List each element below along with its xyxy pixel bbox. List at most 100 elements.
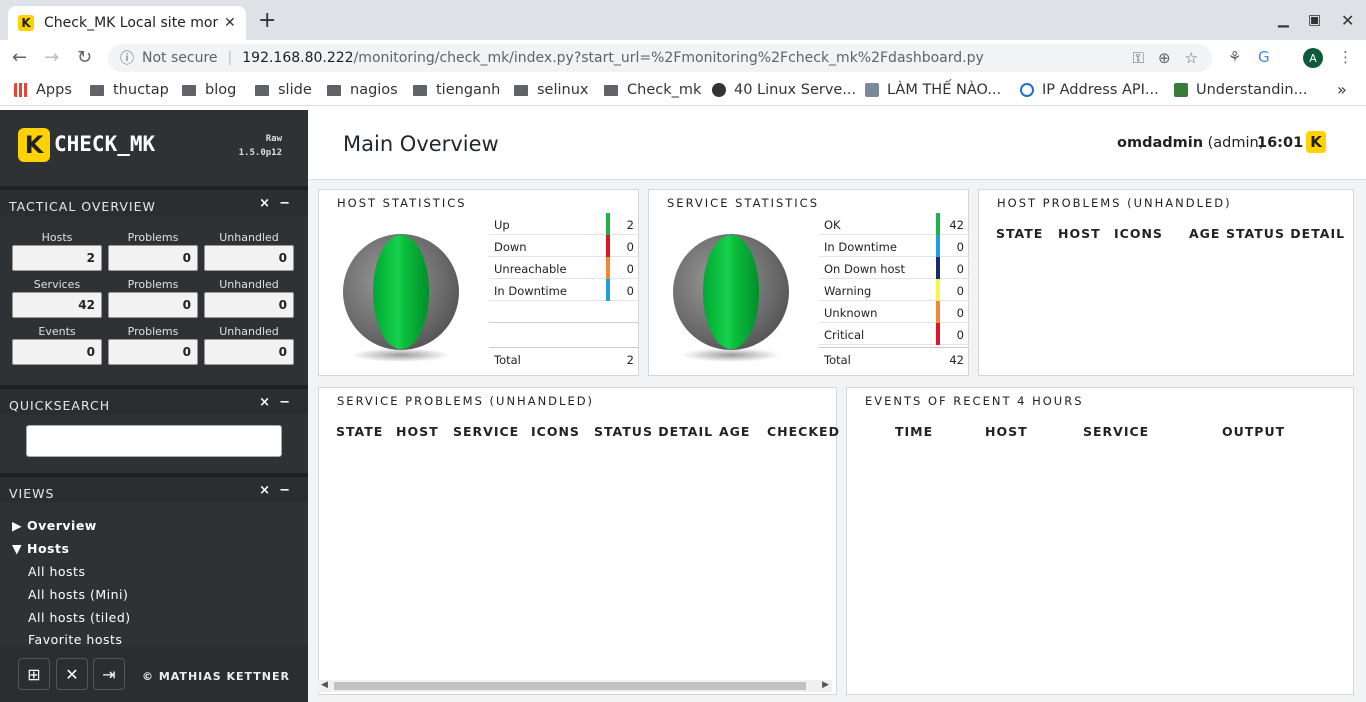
tactical-label[interactable]: Problems	[108, 231, 198, 244]
reload-icon[interactable]: ↻	[77, 48, 92, 68]
bookmark-blog[interactable]: blog	[182, 82, 236, 98]
host-stat-row[interactable]: Down 0	[489, 235, 639, 257]
views-header[interactable]: VIEWS × −	[0, 473, 308, 503]
checkmk-logo-text[interactable]: CHECK_MK	[54, 132, 155, 156]
bookmark-lam-the-nao[interactable]: LÀM THẾ NÀO...	[865, 82, 1001, 98]
restore-window-icon[interactable]: ▣	[1308, 12, 1321, 28]
info-icon[interactable]: ⓘ	[120, 48, 134, 68]
column-header[interactable]: STATE	[336, 424, 383, 439]
back-icon[interactable]: ←	[12, 48, 27, 68]
bookmark-nagios[interactable]: nagios	[327, 82, 398, 98]
tactical-label[interactable]: Hosts	[12, 231, 102, 244]
events-unhandled-count[interactable]: 0	[204, 339, 294, 365]
column-header[interactable]: STATUS DETAIL	[594, 424, 713, 439]
tools-icon[interactable]: ✕	[56, 658, 88, 690]
bookmark-linux-servers[interactable]: 40 Linux Serve...	[712, 82, 856, 98]
tactical-label[interactable]: Unhandled	[204, 231, 294, 244]
hosts-problems-count[interactable]: 0	[108, 245, 198, 271]
dashlet-title[interactable]: HOST PROBLEMS (UNHANDLED)	[997, 196, 1232, 210]
close-window-icon[interactable]: ✕	[1341, 11, 1354, 30]
tactical-label[interactable]: Unhandled	[204, 278, 294, 291]
minimize-window-icon[interactable]: ▁	[1278, 12, 1289, 28]
zoom-icon[interactable]: ⊕	[1158, 49, 1171, 67]
column-header[interactable]: SERVICE	[453, 424, 519, 439]
scroll-right-icon[interactable]: ▶	[822, 680, 829, 690]
column-header[interactable]: HOST	[985, 424, 1028, 439]
hosts-count[interactable]: 2	[12, 245, 102, 271]
host-globe-chart[interactable]	[343, 234, 459, 350]
more-bookmarks-icon[interactable]: »	[1337, 80, 1347, 99]
translate-icon[interactable]: G	[1258, 48, 1270, 66]
dashlet-title[interactable]: SERVICE STATISTICS	[667, 196, 819, 210]
view-all-hosts-mini[interactable]: All hosts (Mini)	[28, 587, 128, 602]
events-problems-count[interactable]: 0	[108, 339, 198, 365]
column-header[interactable]: ICONS	[531, 424, 580, 439]
service-stat-row[interactable]: In Downtime 0	[819, 235, 969, 257]
key-icon[interactable]: ⚿	[1133, 49, 1144, 67]
tactical-label[interactable]: Services	[12, 278, 102, 291]
extension-icon[interactable]: ⚘	[1228, 48, 1241, 66]
column-header[interactable]: AGE	[719, 424, 750, 439]
close-icon[interactable]: ×	[259, 395, 270, 410]
host-stat-row[interactable]: Up 2	[489, 213, 639, 235]
column-header[interactable]: TIME	[895, 424, 933, 439]
events-count[interactable]: 0	[12, 339, 102, 365]
tactical-overview-header[interactable]: TACTICAL OVERVIEW × −	[0, 186, 308, 216]
column-header[interactable]: STATE	[996, 226, 1043, 241]
quicksearch-input[interactable]	[26, 425, 282, 457]
add-snapin-icon[interactable]: ⊞	[18, 658, 50, 690]
host-stat-row[interactable]: In Downtime 0	[489, 279, 639, 301]
tactical-label[interactable]: Events	[12, 325, 102, 338]
view-all-hosts-tiled[interactable]: All hosts (tiled)	[28, 610, 131, 625]
checkmk-logo-icon[interactable]: K	[18, 128, 50, 162]
dashlet-title[interactable]: SERVICE PROBLEMS (UNHANDLED)	[337, 394, 594, 408]
service-stat-row[interactable]: Unknown 0	[819, 301, 969, 323]
service-globe-chart[interactable]	[673, 234, 789, 350]
bookmark-slide[interactable]: slide	[255, 82, 312, 98]
service-stat-row[interactable]: On Down host 0	[819, 257, 969, 279]
bookmark-ip-address-api[interactable]: IP Address API...	[1020, 82, 1159, 98]
bookmark-thuctap[interactable]: thuctap	[90, 82, 169, 98]
dashlet-title[interactable]: HOST STATISTICS	[337, 196, 467, 210]
bookmark-understanding[interactable]: Understandin...	[1174, 82, 1307, 98]
bookmark-tienganh[interactable]: tienganh	[413, 82, 500, 98]
bookmark-check-mk[interactable]: Check_mk	[604, 82, 701, 98]
menu-icon[interactable]: ⋮	[1338, 48, 1353, 66]
service-stat-row[interactable]: Critical 0	[819, 323, 969, 345]
browser-tab[interactable]: K Check_MK Local site moni ✕	[8, 6, 246, 40]
tactical-label[interactable]: Problems	[108, 325, 198, 338]
service-stat-row[interactable]: OK 42	[819, 213, 969, 235]
services-problems-count[interactable]: 0	[108, 292, 198, 318]
new-tab-icon[interactable]: +	[258, 10, 276, 32]
bookmark-apps[interactable]: Apps	[14, 82, 72, 98]
logout-icon[interactable]: ⇥	[93, 658, 125, 690]
views-overview[interactable]: ▶ Overview	[12, 518, 97, 533]
minimize-icon[interactable]: −	[279, 395, 290, 410]
star-icon[interactable]: ☆	[1185, 49, 1198, 67]
dashlet-title[interactable]: EVENTS OF RECENT 4 HOURS	[865, 394, 1084, 408]
user-info[interactable]: omdadmin (admin)	[1117, 135, 1264, 151]
host-total-row[interactable]: Total 2	[489, 347, 639, 369]
column-header[interactable]: HOST	[1058, 226, 1101, 241]
services-unhandled-count[interactable]: 0	[204, 292, 294, 318]
avatar[interactable]: A	[1303, 48, 1323, 68]
view-favorite-hosts[interactable]: Favorite hosts	[28, 632, 122, 647]
scroll-left-icon[interactable]: ◀	[321, 680, 328, 690]
close-icon[interactable]: ×	[259, 483, 270, 498]
column-header[interactable]: AGE	[1189, 226, 1220, 241]
view-all-hosts[interactable]: All hosts	[28, 564, 85, 579]
service-stat-row[interactable]: Warning 0	[819, 279, 969, 301]
quicksearch-header[interactable]: QUICKSEARCH × −	[0, 385, 308, 415]
close-tab-icon[interactable]: ✕	[224, 15, 236, 31]
views-hosts[interactable]: ▼ Hosts	[12, 541, 69, 556]
scrollbar-thumb[interactable]	[334, 682, 806, 690]
minimize-icon[interactable]: −	[279, 483, 290, 498]
column-header[interactable]: STATUS DETAIL	[1226, 226, 1345, 241]
services-count[interactable]: 42	[12, 292, 102, 318]
column-header[interactable]: CHECKED	[767, 424, 840, 439]
host-stat-row[interactable]: Unreachable 0	[489, 257, 639, 279]
minimize-icon[interactable]: −	[279, 196, 290, 211]
column-header[interactable]: HOST	[396, 424, 439, 439]
bookmark-selinux[interactable]: selinux	[514, 82, 589, 98]
service-total-row[interactable]: Total 42	[819, 347, 969, 369]
